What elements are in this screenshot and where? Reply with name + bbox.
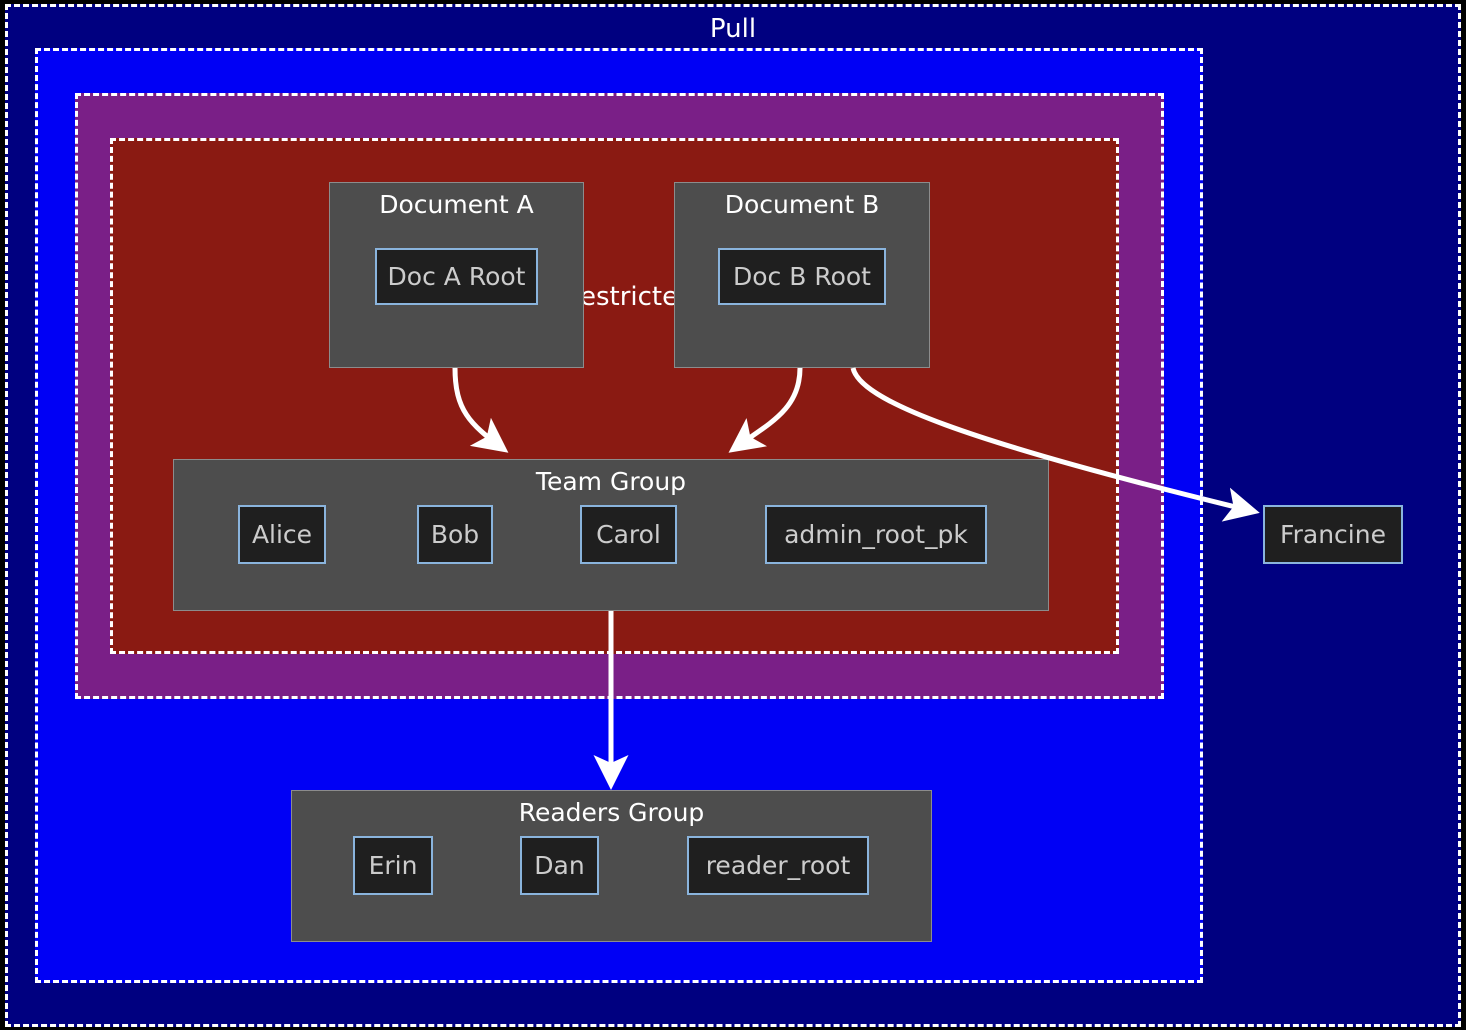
node-document-b-title: Document B [724,190,880,219]
node-dan[interactable]: Dan [520,836,599,895]
node-francine[interactable]: Francine [1263,505,1403,564]
node-alice[interactable]: Alice [238,505,326,564]
cluster-unrestricted-label: Unrestricted [534,282,695,312]
node-readers-group-title: Readers Group [518,798,705,827]
diagram-canvas: Pull Read Write Unrestricted Document A … [0,0,1466,1030]
node-team-group-title: Team Group [535,467,687,496]
node-doc-a-root[interactable]: Doc A Root [375,248,538,305]
cluster-pull-label: Pull [709,14,757,44]
node-erin[interactable]: Erin [353,836,433,895]
node-carol[interactable]: Carol [580,505,677,564]
node-bob[interactable]: Bob [417,505,493,564]
node-doc-b-root[interactable]: Doc B Root [718,248,886,305]
node-document-a-title: Document A [379,190,534,219]
node-admin-root-pk[interactable]: admin_root_pk [765,505,987,564]
node-reader-root[interactable]: reader_root [687,836,869,895]
